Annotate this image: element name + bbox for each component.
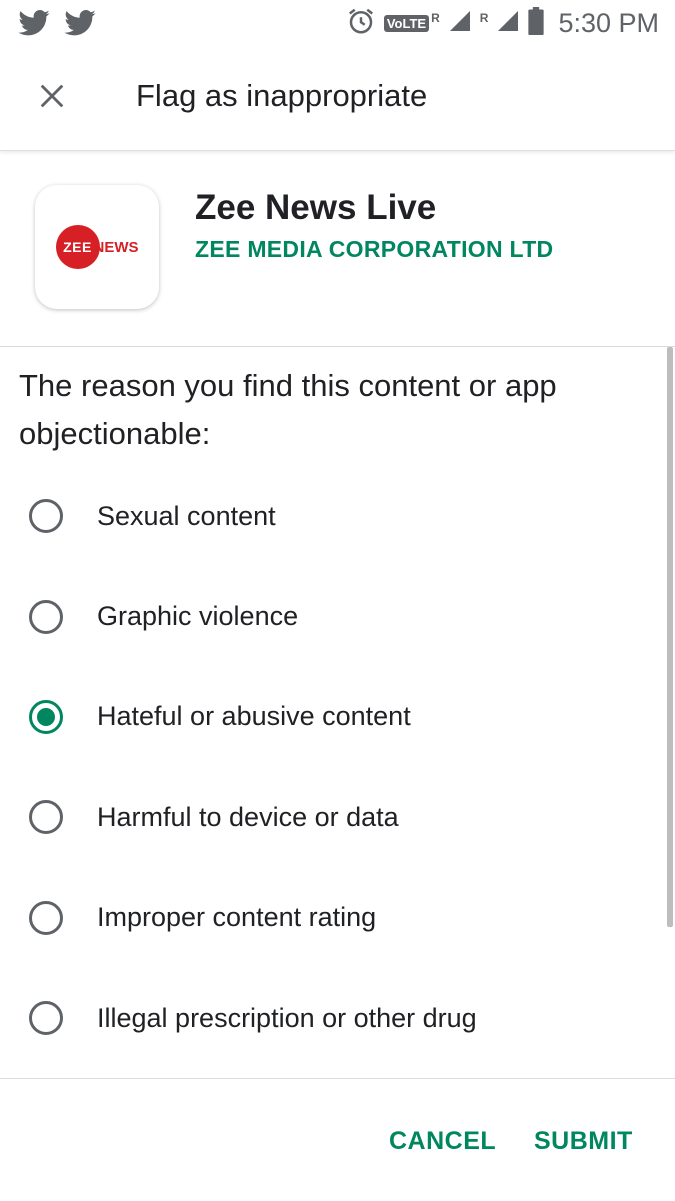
option-illegal-drug[interactable]: Illegal prescription or other drug [0,968,660,1068]
option-label: Harmful to device or data [97,801,399,832]
alarm-icon [346,6,376,41]
option-graphic-violence[interactable]: Graphic violence [0,566,660,666]
signal-icon [448,9,472,38]
battery-icon [528,7,545,40]
submit-button[interactable]: SUBMIT [534,1127,633,1156]
radio-button[interactable] [29,1001,63,1036]
option-hateful-content[interactable]: Hateful or abusive content [0,667,660,767]
app-icon: ZEE NEWS [35,185,159,309]
cancel-button[interactable]: CANCEL [389,1127,496,1156]
developer-link[interactable]: ZEE MEDIA CORPORATION LTD [195,236,553,263]
option-label: Hateful or abusive content [97,701,411,732]
roaming-indicator: R [431,10,440,25]
twitter-icon [64,10,96,41]
option-harmful-to-device[interactable]: Harmful to device or data [0,767,660,867]
scrollbar[interactable] [667,347,673,927]
notification-icons [18,10,96,41]
radio-button[interactable] [29,900,63,935]
status-bar: VoLTE R R 5:30 PM [0,0,675,50]
app-info-header: ZEE NEWS Zee News Live ZEE MEDIA CORPORA… [0,152,675,347]
volte-icon: VoLTE [383,15,430,32]
option-label: Sexual content [97,500,276,531]
option-label: Illegal prescription or other drug [97,1002,477,1033]
dialog-actions: CANCEL SUBMIT [0,1078,675,1201]
radio-button[interactable] [29,599,63,634]
option-improper-rating[interactable]: Improper content rating [0,868,660,968]
option-sexual-content[interactable]: Sexual content [0,466,660,566]
option-label: Improper content rating [97,902,377,933]
radio-button-checked[interactable] [29,699,63,734]
twitter-icon [18,10,50,41]
reason-radio-group: Sexual content Graphic violence Hateful … [0,466,660,1068]
roaming-indicator: R [479,10,489,25]
system-icons: VoLTE R R 5:30 PM [346,6,659,41]
zee-news-logo: ZEE NEWS [55,225,139,269]
clock: 5:30 PM [558,8,659,38]
option-label: Graphic violence [97,601,299,632]
reason-prompt: The reason you find this content or app … [19,368,557,451]
radio-button[interactable] [29,499,63,534]
radio-dot [37,707,55,726]
close-icon [38,82,66,115]
app-name: Zee News Live [195,188,437,227]
signal-icon [496,9,520,38]
radio-button[interactable] [29,800,63,835]
close-button[interactable] [30,76,74,120]
top-app-bar: Flag as inappropriate [0,50,675,151]
page-title: Flag as inappropriate [136,78,428,113]
